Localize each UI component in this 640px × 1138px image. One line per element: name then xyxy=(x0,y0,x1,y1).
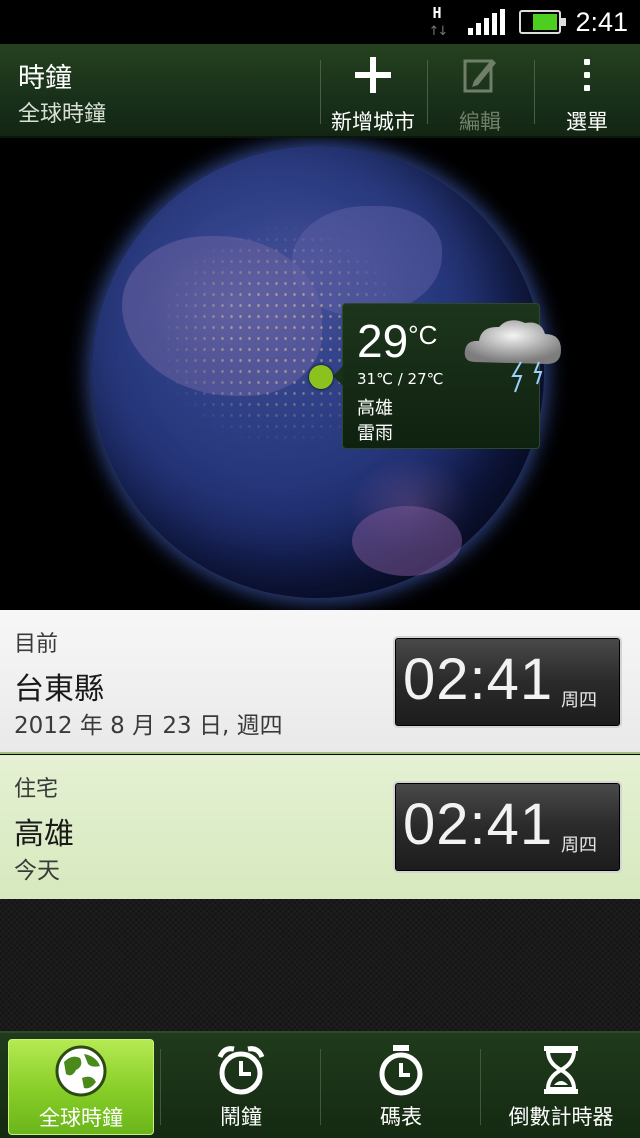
globe-icon xyxy=(54,1040,108,1102)
signal-icon xyxy=(468,9,506,35)
status-bar: H ↑↓ 2:41 xyxy=(0,0,640,44)
weather-temperature: 29°C xyxy=(357,315,438,367)
network-type: H xyxy=(432,4,442,22)
data-arrows-icon: H ↑↓ xyxy=(426,2,454,42)
stopwatch-icon xyxy=(374,1039,428,1101)
app-title: 時鐘 xyxy=(18,63,72,94)
clock-weekday: 周四 xyxy=(561,835,597,856)
action-bar: 時鐘 全球時鐘 新增城市 編輯 選單 xyxy=(0,44,640,138)
weather-card[interactable]: 29°C 31℃ / 27℃ 高雄 雷雨 xyxy=(333,303,561,449)
tab-alarm[interactable]: 鬧鐘 xyxy=(168,1039,314,1135)
clock-row-label: 住宅 xyxy=(14,777,59,802)
hourglass-icon xyxy=(534,1039,588,1101)
clock-weekday: 周四 xyxy=(561,690,597,711)
weather-range: 31℃ / 27℃ xyxy=(357,370,444,388)
battery-icon xyxy=(519,10,567,34)
transfer-arrows: ↑↓ xyxy=(428,24,448,39)
edit-label: 編輯 xyxy=(459,110,501,134)
battery-level-fill xyxy=(533,14,558,30)
clock-row-home[interactable]: 住宅 高雄 今天 02:41 周四 xyxy=(0,755,640,899)
clock-row-current[interactable]: 目前 台東縣 2012 年 8 月 23 日, 週四 02:41 周四 xyxy=(0,610,640,754)
tab-label: 鬧鐘 xyxy=(220,1105,262,1129)
location-marker[interactable] xyxy=(309,365,333,389)
tab-divider xyxy=(320,1049,321,1125)
clock-row-date: 今天 xyxy=(14,858,60,884)
tab-label: 全球時鐘 xyxy=(39,1106,123,1130)
menu-label: 選單 xyxy=(566,110,608,134)
clock-time: 02:41 xyxy=(403,792,554,857)
plus-icon xyxy=(353,44,393,106)
digital-clock: 02:41 周四 xyxy=(393,636,622,728)
tab-divider xyxy=(480,1049,481,1125)
clock-row-label: 目前 xyxy=(14,632,59,657)
tab-label: 倒數計時器 xyxy=(508,1105,614,1129)
tab-label: 碼表 xyxy=(380,1105,422,1129)
empty-list-area xyxy=(0,899,640,1031)
add-city-button[interactable]: 新增城市 xyxy=(321,44,425,138)
clock-row-date: 2012 年 8 月 23 日, 週四 xyxy=(14,713,283,739)
clock-time: 02:41 xyxy=(403,647,554,712)
weather-condition: 雷雨 xyxy=(357,423,393,444)
edit-icon xyxy=(462,44,498,106)
tab-divider xyxy=(160,1049,161,1125)
clock-row-city: 台東縣 xyxy=(14,672,104,707)
tab-stopwatch[interactable]: 碼表 xyxy=(328,1039,474,1135)
add-city-label: 新增城市 xyxy=(331,110,415,134)
weather-city: 高雄 xyxy=(357,398,393,419)
status-time: 2:41 xyxy=(575,6,628,37)
menu-button[interactable]: 選單 xyxy=(535,44,639,138)
edit-button[interactable]: 編輯 xyxy=(428,44,532,138)
tab-timer[interactable]: 倒數計時器 xyxy=(488,1039,634,1135)
app-subtitle: 全球時鐘 xyxy=(18,102,107,127)
bottom-tab-bar: 全球時鐘 鬧鐘 碼表 倒數計時器 xyxy=(0,1031,640,1138)
alarm-clock-icon xyxy=(214,1039,268,1101)
status-icons: H ↑↓ 2:41 xyxy=(426,0,628,44)
digital-clock: 02:41 周四 xyxy=(393,781,622,873)
clock-row-city: 高雄 xyxy=(14,817,74,852)
tab-world-clock[interactable]: 全球時鐘 xyxy=(8,1039,154,1135)
more-icon xyxy=(584,44,590,106)
thunderstorm-cloud-icon xyxy=(464,320,561,393)
